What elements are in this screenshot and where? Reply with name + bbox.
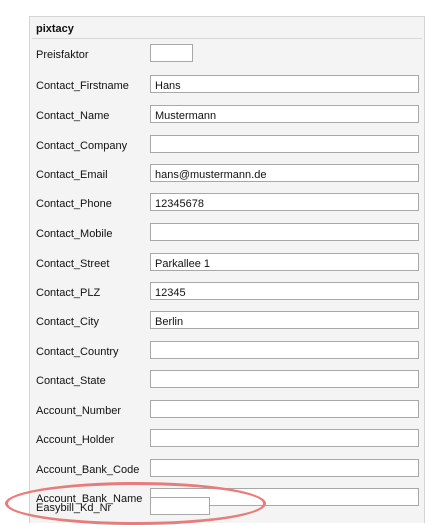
field-row-contact-company: Contact_Company [30,131,424,161]
contact-mobile-input[interactable] [150,223,419,241]
field-row-contact-plz: Contact_PLZ 12345 [30,278,424,308]
field-label-contact-firstname: Contact_Firstname [36,80,129,92]
field-label-account-number: Account_Number [36,405,121,417]
field-row-contact-country: Contact_Country [30,337,424,367]
field-row-contact-firstname: Contact_Firstname Hans [30,71,424,101]
field-row-easybill-kd-nr: Easybill_Kd_Nr [30,493,424,523]
preisfaktor-input[interactable] [150,44,193,62]
field-label-contact-name: Contact_Name [36,110,110,122]
account-bank-code-input[interactable] [150,459,419,477]
contact-phone-input[interactable]: 12345678 [150,193,419,211]
field-label-account-holder: Account_Holder [36,434,115,446]
field-label-easybill-kd-nr: Easybill_Kd_Nr [36,502,112,514]
title-divider [32,38,422,39]
field-row-contact-mobile: Contact_Mobile [30,219,424,249]
easybill-kd-nr-input[interactable] [150,497,210,515]
contact-state-input[interactable] [150,370,419,388]
field-row-contact-state: Contact_State [30,366,424,396]
account-number-input[interactable] [150,400,419,418]
field-label-account-bank-code: Account_Bank_Code [36,464,140,476]
field-label-contact-country: Contact_Country [36,346,119,358]
contact-company-input[interactable] [150,135,419,153]
contact-city-input[interactable]: Berlin [150,311,419,329]
field-row-contact-street: Contact_Street Parkallee 1 [30,249,424,279]
field-row-contact-phone: Contact_Phone 12345678 [30,189,424,219]
field-label-contact-state: Contact_State [36,375,106,387]
field-label-preisfaktor: Preisfaktor [36,49,89,61]
field-row-account-holder: Account_Holder [30,425,424,455]
contact-street-input[interactable]: Parkallee 1 [150,253,419,271]
field-label-contact-mobile: Contact_Mobile [36,228,113,240]
field-label-contact-plz: Contact_PLZ [36,287,101,299]
contact-plz-input[interactable]: 12345 [150,282,419,300]
field-row-contact-name: Contact_Name Mustermann [30,101,424,131]
field-row-preisfaktor: Preisfaktor [30,40,424,70]
field-label-contact-street: Contact_Street [36,258,110,270]
field-row-account-bank-code: Account_Bank_Code [30,455,424,485]
contact-email-input[interactable]: hans@mustermann.de [150,164,419,182]
field-row-contact-email: Contact_Email hans@mustermann.de [30,160,424,190]
field-label-contact-email: Contact_Email [36,169,108,181]
contact-name-input[interactable]: Mustermann [150,105,419,123]
field-label-contact-city: Contact_City [36,316,99,328]
account-holder-input[interactable] [150,429,419,447]
contact-firstname-input[interactable]: Hans [150,75,419,93]
field-row-account-number: Account_Number [30,396,424,426]
section-title: pixtacy [36,23,74,35]
field-label-contact-phone: Contact_Phone [36,198,112,210]
field-label-contact-company: Contact_Company [36,140,128,152]
contact-country-input[interactable] [150,341,419,359]
field-row-contact-city: Contact_City Berlin [30,307,424,337]
